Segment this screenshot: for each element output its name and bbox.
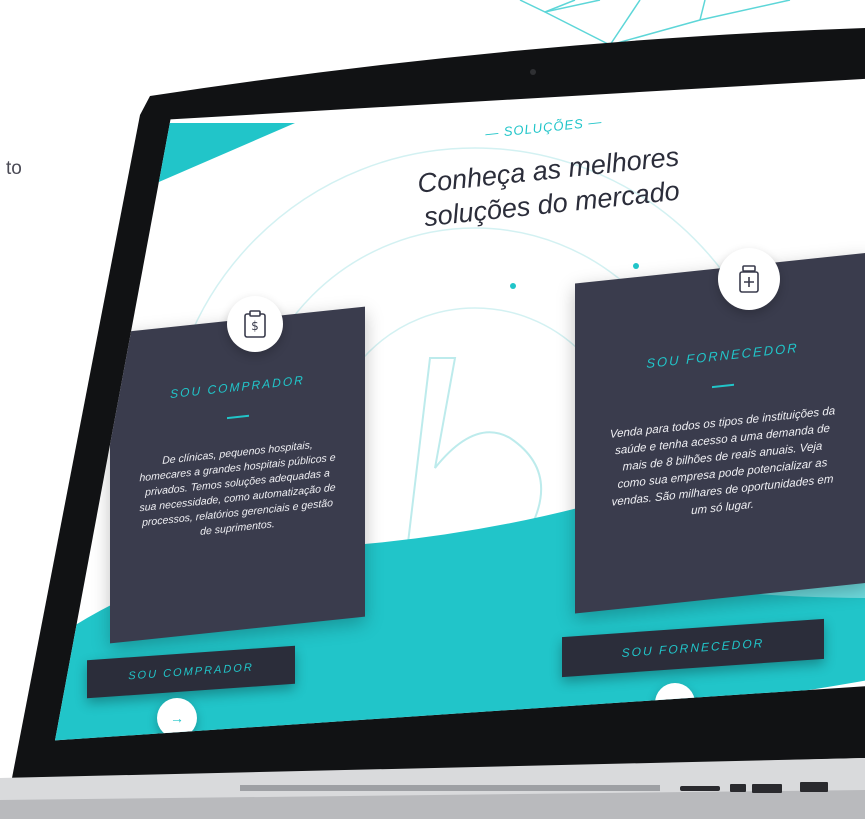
- arrow-right-icon: →: [170, 710, 184, 726]
- supplier-card-body: Venda para todos os tipos de instituiçõe…: [609, 405, 836, 518]
- supplier-card-heading: SOU FORNECEDOR: [646, 340, 799, 372]
- decor-dot: [633, 263, 639, 269]
- buyer-card-body: De clínicas, pequenos hospitais, homecar…: [139, 439, 336, 538]
- buyer-card: SOU COMPRADOR De clínicas, pequenos hosp…: [110, 306, 365, 644]
- clipboard-dollar-icon: $: [227, 296, 283, 352]
- svg-text:$: $: [251, 319, 259, 333]
- decor-dot: [510, 283, 516, 289]
- buyer-card-divider: [226, 414, 249, 420]
- medicine-bottle-icon: [718, 248, 780, 310]
- laptop-screen: — SOLUÇÕES — Conheça as melhores soluçõe…: [55, 78, 865, 741]
- supplier-card-divider: [711, 383, 734, 389]
- buyer-card-heading: SOU COMPRADOR: [170, 372, 305, 402]
- supplier-card: SOU FORNECEDOR Venda para todos os tipos…: [575, 252, 865, 614]
